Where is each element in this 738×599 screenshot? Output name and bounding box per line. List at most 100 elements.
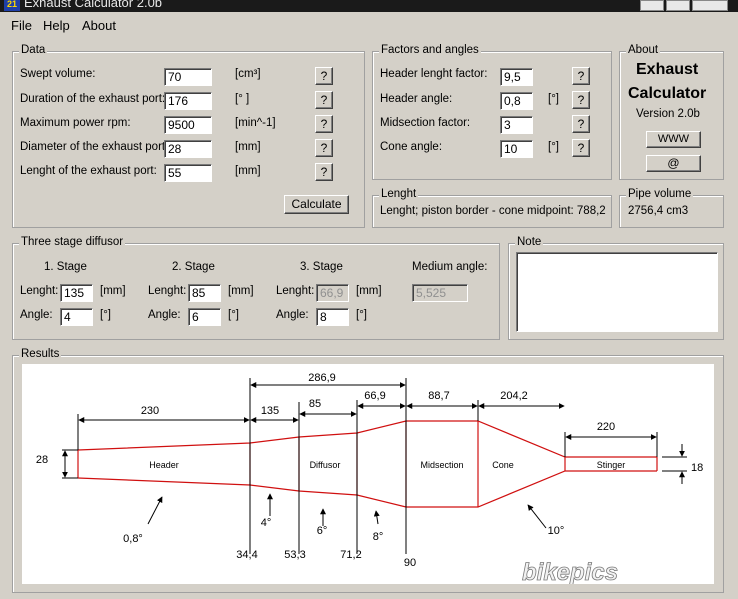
dim-diffusor-total: 286,9 [308,372,336,384]
stage3-length-label: Lenght: [276,285,315,297]
port-length-input[interactable] [164,164,212,182]
window-title: Exhaust Calculator 2.0b [24,0,163,10]
dim-header-length: 230 [141,405,159,417]
port-diameter-input[interactable] [164,140,212,158]
diameter-stage2-end: 53,3 [284,549,305,561]
dim-stinger-diameter: 18 [691,462,703,474]
www-button[interactable]: WWW [646,131,701,148]
stage3-title: 3. Stage [300,261,343,273]
diffusor-group-title: Three stage diffusor [19,236,126,248]
stage1-length-input[interactable] [60,284,93,302]
midsection-factor-help-button[interactable]: ? [572,115,590,133]
menu-file[interactable]: File [11,18,32,33]
note-group-title: Note [515,236,544,248]
about-version: Version 2.0b [636,108,700,120]
menu-bar: File Help About [0,12,738,38]
calculate-button[interactable]: Calculate [284,195,349,214]
pipe-volume-value: 2756,4 cm3 [628,205,689,217]
exhaust-duration-help-button[interactable]: ? [315,91,333,109]
minimize-button[interactable] [640,0,664,11]
swept-volume-help-button[interactable]: ? [315,67,333,85]
stage1-title: 1. Stage [44,261,87,273]
header-angle-label: Header angle: [380,93,453,105]
dim-stage2-length: 85 [309,398,321,410]
menu-about[interactable]: About [82,18,116,33]
diameter-midsection: 90 [404,557,416,569]
stage1-angle-input[interactable] [60,308,93,326]
stage3-angle-input[interactable] [316,308,349,326]
exhaust-duration-input[interactable] [164,92,212,110]
stage3-length-unit: [mm] [356,285,382,297]
header-length-factor-input[interactable] [500,68,533,86]
close-button[interactable] [692,0,728,11]
angle-stage1: 4° [261,517,272,529]
stage3-angle-unit: [°] [356,309,367,321]
header-length-factor-label: Header lenght factor: [380,68,488,80]
length-group-title: Lenght [379,188,419,200]
results-canvas: Header Diffusor Midsection Cone Stinger [22,364,714,586]
max-power-rpm-help-button[interactable]: ? [315,115,333,133]
max-power-rpm-unit: [min^-1] [235,117,276,129]
midsection-factor-label: Midsection factor: [380,117,471,129]
stage1-length-unit: [mm] [100,285,126,297]
dim-stinger-length: 220 [597,421,615,433]
header-angle-help-button[interactable]: ? [572,91,590,109]
port-length-label: Lenght of the exhaust port: [20,165,157,177]
stage2-angle-unit: [°] [228,309,239,321]
factors-group-title: Factors and angles [379,44,481,56]
section-diffusor-label: Diffusor [310,460,341,470]
cone-angle-label: Cone angle: [380,141,443,153]
data-group-title: Data [19,44,48,56]
pipe-outline-top [77,420,657,458]
dim-midsection-length: 88,7 [428,390,449,402]
port-length-unit: [mm] [235,165,261,177]
swept-volume-label: Swept volume: [20,68,96,80]
stage2-angle-label: Angle: [148,309,181,321]
stage1-length-label: Lenght: [20,285,59,297]
note-textarea[interactable] [516,252,718,332]
title-bar: 21 Exhaust Calculator 2.0b [0,0,738,12]
stage2-length-unit: [mm] [228,285,254,297]
section-header-label: Header [149,460,179,470]
dim-stage3-length: 66,9 [364,390,385,402]
pipe-volume-group-title: Pipe volume [626,188,694,200]
about-line1: Exhaust [636,61,699,78]
dim-stage1-length: 135 [261,405,279,417]
maximize-button[interactable] [666,0,690,11]
stage2-length-input[interactable] [188,284,221,302]
menu-help[interactable]: Help [43,18,70,33]
max-power-rpm-label: Maximum power rpm: [20,117,131,129]
stage2-angle-input[interactable] [188,308,221,326]
cone-angle-unit: [°] [548,141,559,153]
header-length-factor-help-button[interactable]: ? [572,67,590,85]
swept-volume-input[interactable] [164,68,212,86]
midsection-factor-input[interactable] [500,116,533,134]
medium-angle-output [412,284,468,302]
cone-angle-help-button[interactable]: ? [572,139,590,157]
max-power-rpm-input[interactable] [164,116,212,134]
medium-angle-title: Medium angle: [412,261,488,273]
cone-angle-input[interactable] [500,140,533,158]
header-angle-unit: [°] [548,93,559,105]
pipe-outline-bottom [77,470,657,508]
swept-volume-unit: [cm³] [235,68,261,80]
port-length-help-button[interactable]: ? [315,163,333,181]
section-cone-label: Cone [492,460,514,470]
stage3-length-input [316,284,349,302]
diameter-stage3-end: 71,2 [340,549,361,561]
header-angle-input[interactable] [500,92,533,110]
port-diameter-unit: [mm] [235,141,261,153]
stage2-title: 2. Stage [172,261,215,273]
exhaust-duration-label: Duration of the exhaust port: [20,93,166,105]
angle-header: 0,8° [123,533,143,545]
exhaust-pipe-diagram: Header Diffusor Midsection Cone Stinger [36,372,703,586]
diameter-stage1-end: 34,4 [236,549,257,561]
app-icon: 21 [4,0,20,11]
port-diameter-label: Diameter of the exhaust port: [20,141,169,153]
email-button[interactable]: @ [646,155,701,172]
stage2-length-label: Lenght: [148,285,187,297]
angle-stage3: 8° [373,531,384,543]
dim-cone-length: 204,2 [500,390,528,402]
port-diameter-help-button[interactable]: ? [315,139,333,157]
angle-stage2: 6° [317,525,328,537]
